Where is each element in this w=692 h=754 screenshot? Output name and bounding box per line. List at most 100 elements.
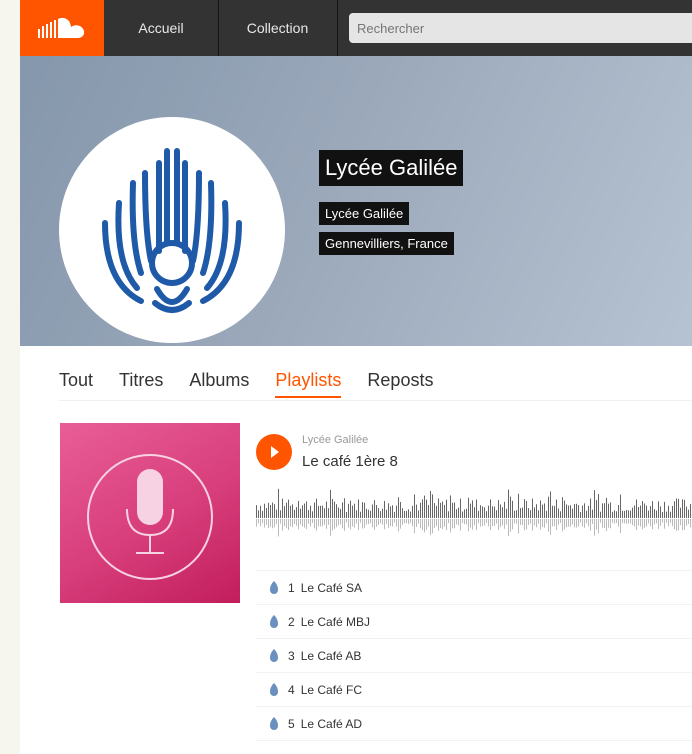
waveform-reflection xyxy=(268,519,269,529)
track-row[interactable]: 4 Le Café FC xyxy=(256,673,692,707)
track-title[interactable]: Le Café FC xyxy=(301,683,362,697)
waveform-bar xyxy=(450,495,451,518)
waveform-reflection xyxy=(270,519,271,527)
waveform-reflection xyxy=(410,519,411,523)
waveform-reflection xyxy=(592,519,593,525)
waveform-bar xyxy=(550,491,551,518)
waveform-reflection xyxy=(542,519,543,528)
tab-playlists[interactable]: Playlists xyxy=(275,358,342,398)
waveform-reflection xyxy=(560,519,561,524)
soundcloud-logo-icon[interactable] xyxy=(20,0,104,56)
tab-all[interactable]: Tout xyxy=(59,358,93,398)
waveform-reflection xyxy=(326,519,327,529)
waveform-bar xyxy=(678,498,679,518)
track-title[interactable]: Le Café AB xyxy=(301,649,362,663)
waveform-bar xyxy=(366,508,367,518)
waveform-reflection xyxy=(330,519,331,536)
waveform[interactable] xyxy=(256,482,692,554)
waveform-reflection xyxy=(636,519,637,531)
waveform-reflection xyxy=(662,519,663,523)
waveform-bar xyxy=(630,510,631,518)
waveform-bar xyxy=(590,498,591,518)
waveform-reflection xyxy=(280,519,281,524)
waveform-reflection xyxy=(464,519,465,525)
waveform-reflection xyxy=(370,519,371,524)
waveform-reflection xyxy=(366,519,367,525)
waveform-bar xyxy=(324,508,325,518)
waveform-bar xyxy=(260,505,261,518)
waveform-bar xyxy=(482,506,483,518)
waveform-bar xyxy=(504,501,505,518)
waveform-bar xyxy=(316,498,317,518)
nav-collection[interactable]: Collection xyxy=(218,0,338,56)
tab-tracks[interactable]: Titres xyxy=(119,358,163,398)
waveform-reflection xyxy=(536,519,537,528)
playlist-artwork[interactable] xyxy=(60,423,240,603)
waveform-reflection xyxy=(300,519,301,525)
waveform-bar xyxy=(470,503,471,518)
waveform-bar xyxy=(438,498,439,518)
waveform-reflection xyxy=(400,519,401,529)
waveform-bar xyxy=(610,502,611,518)
waveform-reflection xyxy=(656,519,657,524)
waveform-bar xyxy=(300,508,301,518)
waveform-bar xyxy=(594,490,595,518)
waveform-reflection xyxy=(290,519,291,527)
waveform-reflection xyxy=(284,519,285,527)
tab-reposts[interactable]: Reposts xyxy=(367,358,433,398)
waveform-reflection xyxy=(408,519,409,525)
waveform-bar xyxy=(614,510,615,518)
playlist-username[interactable]: Lycée Galilée xyxy=(302,434,368,446)
waveform-bar xyxy=(560,511,561,518)
track-title[interactable]: Le Café MBJ xyxy=(301,615,370,629)
track-title[interactable]: Le Café AD xyxy=(301,717,362,731)
waveform-bar xyxy=(666,511,667,518)
waveform-bar xyxy=(378,508,379,518)
playlist-title[interactable]: Le café 1ère 8 xyxy=(302,453,398,470)
search-input[interactable] xyxy=(349,13,692,43)
waveform-reflection xyxy=(262,519,263,524)
waveform-reflection xyxy=(402,519,403,525)
waveform-reflection xyxy=(498,519,499,530)
track-row[interactable]: 3 Le Café AB xyxy=(256,639,692,673)
waveform-reflection xyxy=(644,519,645,528)
waveform-reflection xyxy=(594,519,595,536)
waveform-reflection xyxy=(622,519,623,524)
waveform-reflection xyxy=(440,519,441,529)
waveform-reflection xyxy=(388,519,389,528)
waveform-reflection xyxy=(532,519,533,531)
waveform-reflection xyxy=(428,519,429,527)
waveform-reflection xyxy=(416,519,417,528)
waveform-bar xyxy=(440,502,441,518)
track-row[interactable]: 2 Le Café MBJ xyxy=(256,605,692,639)
waveform-reflection xyxy=(472,519,473,530)
waveform-reflection xyxy=(600,519,601,523)
waveform-bar xyxy=(394,511,395,518)
waveform-bar xyxy=(600,511,601,518)
waveform-bar xyxy=(432,494,433,518)
tab-albums[interactable]: Albums xyxy=(189,358,249,398)
track-row[interactable]: 5 Le Café AD xyxy=(256,707,692,741)
waveform-bar xyxy=(484,507,485,518)
waveform-reflection xyxy=(322,519,323,527)
waveform-reflection xyxy=(328,519,329,525)
waveform-bar xyxy=(278,488,279,518)
waveform-bar xyxy=(458,507,459,518)
waveform-bar xyxy=(658,501,659,518)
waveform-bar xyxy=(620,494,621,518)
play-button[interactable] xyxy=(256,434,292,470)
waveform-reflection xyxy=(352,519,353,527)
nav-home[interactable]: Accueil xyxy=(104,0,219,56)
waveform-bar xyxy=(584,503,585,518)
waveform-bar xyxy=(416,504,417,518)
track-title[interactable]: Le Café SA xyxy=(301,581,362,595)
waveform-reflection xyxy=(618,519,619,527)
waveform-bar xyxy=(332,499,333,518)
waveform-reflection xyxy=(298,519,299,530)
waveform-bar xyxy=(486,511,487,518)
waveform-bar xyxy=(508,489,509,518)
waveform-bar xyxy=(646,505,647,518)
waveform-reflection xyxy=(256,519,257,527)
track-row[interactable]: 1 Le Café SA xyxy=(256,571,692,605)
waveform-reflection xyxy=(558,519,559,525)
